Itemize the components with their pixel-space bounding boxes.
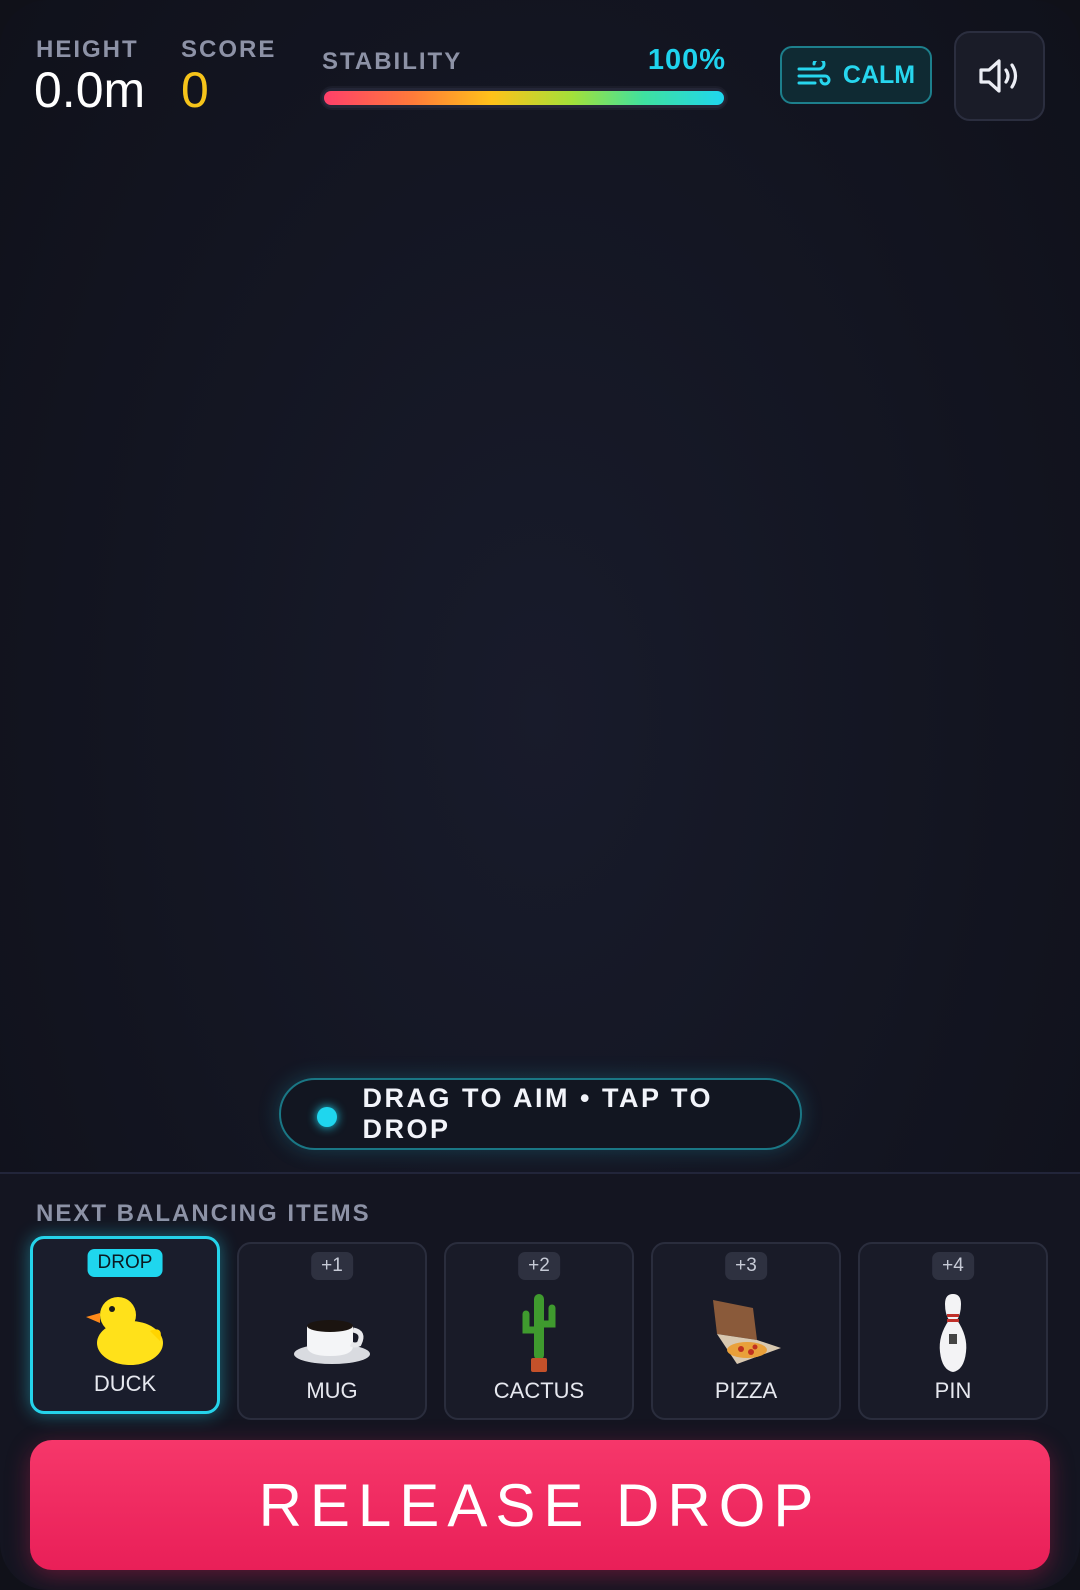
item-badge: +3 bbox=[725, 1252, 767, 1280]
game-screen: HEIGHT 0.0m SCORE 0 STABILITY 100% CALM … bbox=[0, 0, 1080, 1590]
item-badge: DROP bbox=[87, 1249, 163, 1277]
play-area[interactable] bbox=[0, 140, 1080, 1060]
item-card-duck[interactable]: DROP DUCK bbox=[30, 1236, 220, 1414]
release-drop-button[interactable]: RELEASE DROP bbox=[30, 1440, 1050, 1570]
item-badge: +2 bbox=[518, 1252, 560, 1280]
sound-toggle-button[interactable] bbox=[954, 31, 1045, 121]
mug-icon bbox=[294, 1320, 370, 1364]
wind-toggle-button[interactable]: CALM bbox=[780, 46, 932, 104]
item-card-mug[interactable]: +1 MUG bbox=[237, 1242, 427, 1420]
item-card-pizza[interactable]: +3 PIZZA bbox=[651, 1242, 841, 1420]
cactus-icon bbox=[522, 1294, 556, 1372]
stability-bar-fill bbox=[324, 91, 724, 105]
speaker-icon bbox=[978, 59, 1017, 93]
item-badge: +1 bbox=[311, 1252, 353, 1280]
item-card-pin[interactable]: +4 PIN bbox=[858, 1242, 1048, 1420]
height-value: 0.0m bbox=[34, 62, 146, 118]
item-name: CACTUS bbox=[493, 1378, 585, 1403]
item-name: MUG bbox=[306, 1378, 358, 1403]
item-name: PIN bbox=[934, 1378, 972, 1403]
hint-text: DRAG TO AIM • TAP TO DROP bbox=[362, 1083, 713, 1144]
item-name: PIZZA bbox=[714, 1378, 778, 1403]
stability-percent: 100% bbox=[647, 44, 726, 76]
duck-icon bbox=[86, 1297, 163, 1365]
instruction-hint: DRAG TO AIM • TAP TO DROP bbox=[279, 1078, 802, 1150]
score-value: 0 bbox=[181, 62, 209, 118]
score-label: SCORE bbox=[181, 36, 277, 63]
wind-label: CALM bbox=[842, 60, 916, 89]
stability-bar bbox=[322, 88, 726, 108]
stability-label: STABILITY bbox=[322, 48, 463, 75]
hint-dot-icon bbox=[317, 1107, 337, 1127]
bowling-pin-icon bbox=[939, 1294, 967, 1372]
pizza-icon bbox=[713, 1300, 781, 1364]
wind-icon bbox=[797, 61, 831, 86]
item-card-cactus[interactable]: +2 CACTUS bbox=[444, 1242, 634, 1420]
tray-title: NEXT BALANCING ITEMS bbox=[36, 1200, 371, 1227]
item-name: DUCK bbox=[93, 1371, 157, 1396]
item-badge: +4 bbox=[932, 1252, 974, 1280]
height-label: HEIGHT bbox=[36, 36, 139, 63]
